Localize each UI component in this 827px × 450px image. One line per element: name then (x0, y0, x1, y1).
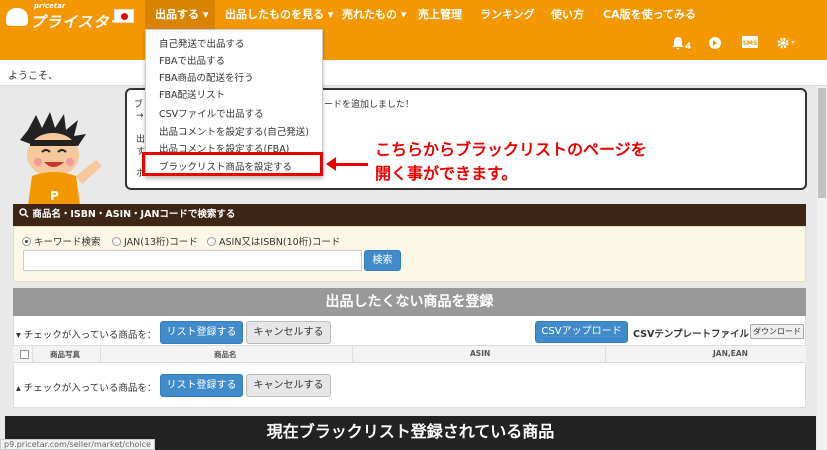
col-asin: ASIN (470, 349, 491, 358)
blacklist-panel-title: 出品したくない商品を登録 (13, 288, 806, 316)
menu-item-fba-shipping-list[interactable]: FBA配送リスト (159, 87, 225, 101)
logo-tagline: pricetar (34, 2, 66, 10)
select-all-checkbox[interactable] (20, 350, 29, 359)
cancel-button-bottom[interactable]: キャンセルする (246, 374, 331, 397)
logo-name: プライスター (30, 13, 126, 31)
welcome-text: ようこそ、 (8, 71, 58, 82)
cancel-button-top[interactable]: キャンセルする (246, 321, 331, 344)
bulk-action-text: チェックが入っている商品を： (23, 383, 157, 394)
annotation-line2: 開く事ができます。 (375, 164, 518, 183)
svg-text:P: P (50, 189, 59, 203)
annotation-arrow (326, 157, 368, 171)
column-divider (352, 345, 353, 363)
bulk-action-label-bottom: ▴ チェックが入っている商品を： (16, 383, 157, 394)
csv-upload-button[interactable]: CSVアップロード (535, 321, 628, 343)
radio-keyword[interactable]: キーワード検索 (22, 234, 101, 248)
nav-ranking[interactable]: ランキング (480, 0, 535, 30)
notice-line1-left: ブ (134, 100, 144, 110)
csv-template-label: CSVテンプレートファイル (633, 329, 750, 340)
menu-item-csv-listing[interactable]: CSVファイルで出品する (159, 106, 264, 120)
blacklist-highlight-box (142, 152, 323, 176)
radio-asin-label: ASIN又はISBN(10桁)コード (219, 237, 341, 248)
radio-dot-selected[interactable] (22, 237, 31, 246)
mascot-image: P (8, 110, 108, 205)
nav-sold-items[interactable]: 売れたもの ▾ (342, 0, 406, 30)
column-divider (32, 345, 33, 363)
search-button[interactable]: 検索 (364, 250, 401, 271)
bulk-action-text: チェックが入っている商品を： (23, 330, 157, 341)
blacklist-table-header (13, 345, 806, 363)
radio-jan[interactable]: JAN(13桁)コード (112, 234, 198, 248)
menu-item-self-ship[interactable]: 自己発送で出品する (159, 36, 245, 50)
menu-item-fba-listing[interactable]: FBAで出品する (159, 53, 225, 67)
nav-ca-version[interactable]: CA版を使ってみる (603, 0, 696, 30)
nav-listed-items[interactable]: 出品したものを見る ▾ (225, 0, 333, 30)
annotation-line1: こちらからブラックリストのページを (375, 140, 647, 159)
col-jan: JAN,EAN (713, 349, 748, 358)
search-input[interactable] (23, 250, 362, 271)
radio-asin-isbn[interactable]: ASIN又はISBN(10桁)コード (207, 234, 340, 248)
japan-flag-icon[interactable] (114, 9, 134, 23)
column-divider (605, 345, 606, 363)
status-url: p9.pricetar.com/seller/market/choice (0, 439, 155, 450)
search-header: 商品名・ISBN・ASIN・JANコードで検索する (13, 204, 806, 226)
col-title: 商品名 (214, 350, 237, 359)
welcome-bar: ようこそ、 (0, 60, 827, 86)
register-list-button-top[interactable]: リスト登録する (160, 321, 243, 344)
menu-item-comment-self[interactable]: 出品コメントを設定する(自己発送) (159, 124, 309, 138)
radio-keyword-label: キーワード検索 (34, 237, 101, 248)
download-button[interactable]: ダウンロード (750, 324, 804, 339)
radio-jan-label: JAN(13桁)コード (124, 237, 198, 248)
magnifier-icon (19, 208, 32, 220)
scrollbar-thumb[interactable] (818, 88, 826, 198)
register-list-button-bottom[interactable]: リスト登録する (160, 374, 243, 397)
mail-icon[interactable]: SMS (742, 36, 758, 52)
radio-dot[interactable] (112, 237, 121, 246)
bulk-action-label-top: ▾ チェックが入っている商品を： (16, 330, 157, 341)
menu-item-fba-shipping[interactable]: FBA商品の配送を行う (159, 70, 253, 84)
notice-line2: → (136, 111, 144, 121)
radio-dot[interactable] (207, 237, 216, 246)
svg-text:SMS: SMS (743, 40, 758, 47)
col-photo: 商品写真 (50, 350, 80, 359)
search-header-label: 商品名・ISBN・ASIN・JANコードで検索する (32, 209, 236, 220)
notification-count: 4 (685, 42, 692, 52)
nav-listing[interactable]: 出品する ▾ (145, 0, 215, 30)
column-divider (100, 345, 101, 363)
nav-sales-management[interactable]: 売上管理 (418, 0, 462, 30)
settings-circle-icon[interactable] (708, 36, 722, 54)
gear-icon[interactable] (776, 36, 796, 54)
notice-line1-right: ードを追加しました！ (324, 100, 415, 110)
bell-icon[interactable] (671, 36, 685, 54)
logo-mark (6, 8, 28, 26)
nav-howto[interactable]: 使い方 (551, 0, 584, 30)
